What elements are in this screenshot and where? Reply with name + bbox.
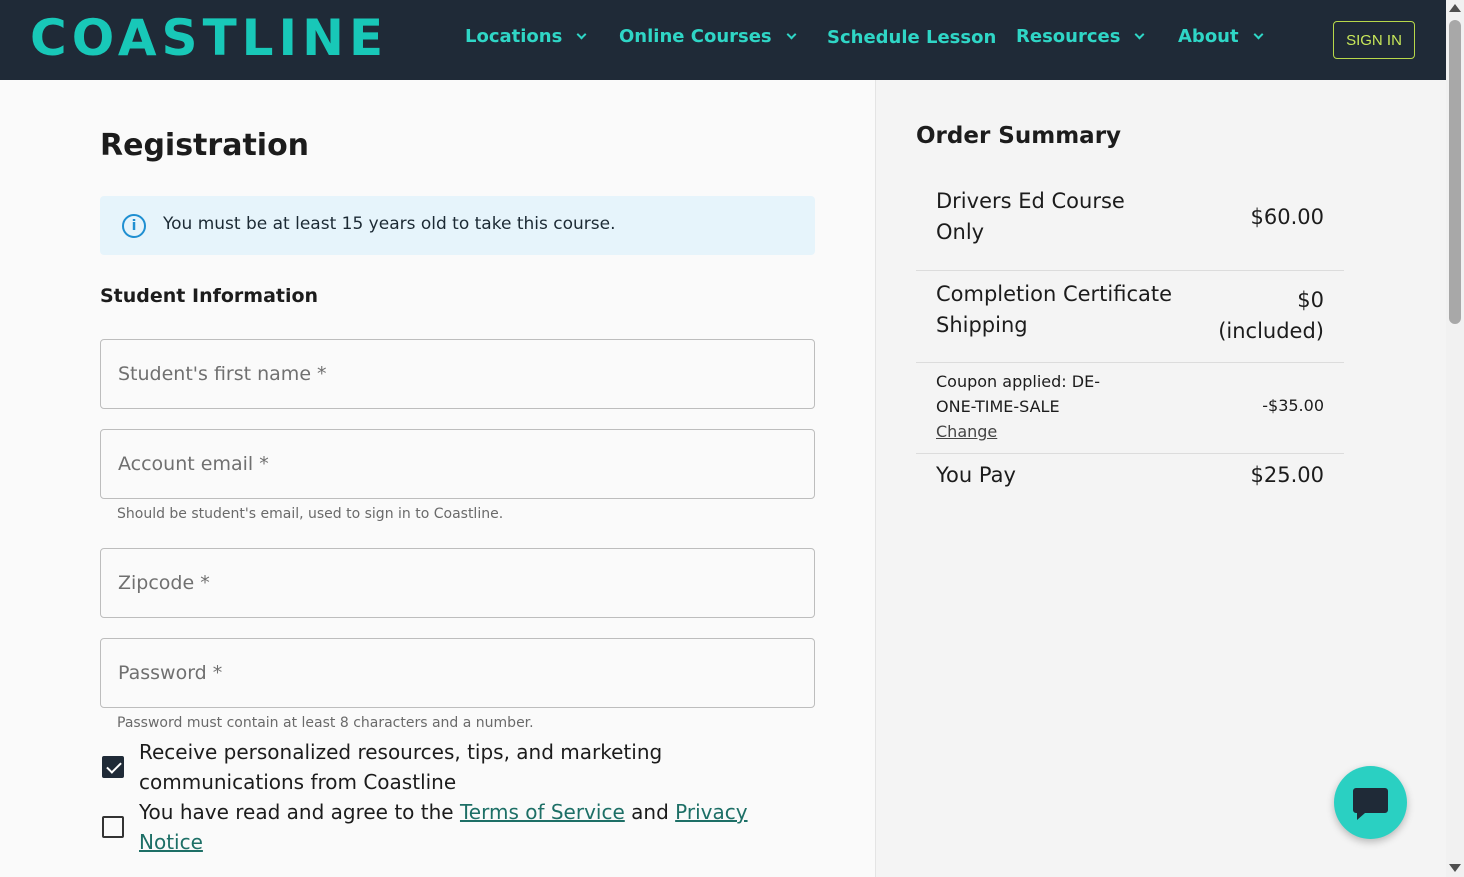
nav-about[interactable]: About — [1178, 26, 1264, 47]
nav-about-label: About — [1178, 26, 1239, 47]
order-line-total: You Pay $25.00 — [916, 454, 1344, 500]
terms-agreement-label: You have read and agree to the Terms of … — [139, 797, 779, 857]
shipping-label: Completion Certificate Shipping — [936, 282, 1173, 337]
zipcode-field[interactable] — [100, 548, 815, 618]
nav-resources[interactable]: Resources — [1016, 26, 1145, 47]
email-helper-text: Should be student's email, used to sign … — [117, 506, 504, 522]
coupon-label-block: Coupon applied: DE-ONE-TIME-SALE Change — [936, 369, 1136, 444]
coupon-label: Coupon applied: DE-ONE-TIME-SALE — [936, 372, 1100, 416]
info-icon: i — [122, 214, 146, 238]
scrollbar-thumb[interactable] — [1449, 20, 1461, 324]
password-helper-text: Password must contain at least 8 charact… — [117, 715, 534, 731]
notice-text: You must be at least 15 years old to tak… — [163, 214, 616, 234]
terms-conjunction-text: and — [631, 800, 669, 824]
change-coupon-link[interactable]: Change — [936, 419, 1136, 444]
shipping-price: $0 (included) — [1218, 288, 1324, 343]
total-price: $25.00 — [1250, 463, 1324, 487]
order-summary-title: Order Summary — [916, 123, 1122, 149]
account-email-input[interactable] — [101, 430, 814, 498]
course-price: $60.00 — [1250, 205, 1324, 229]
nav-resources-label: Resources — [1016, 26, 1121, 47]
chevron-down-icon — [786, 29, 797, 40]
marketing-opt-in-checkbox[interactable] — [102, 756, 124, 778]
course-label: Drivers Ed Course Only — [936, 189, 1125, 244]
page-title: Registration — [100, 128, 310, 163]
chevron-down-icon — [1134, 29, 1145, 40]
coastline-logo[interactable]: COASTLINE — [30, 10, 388, 66]
first-name-input[interactable] — [101, 340, 814, 408]
nav-locations-label: Locations — [465, 26, 563, 47]
total-label: You Pay — [936, 463, 1016, 487]
marketing-opt-in-label: Receive personalized resources, tips, an… — [139, 740, 663, 794]
chat-bubble-icon — [1353, 788, 1388, 820]
password-input[interactable] — [101, 639, 814, 707]
nav-schedule-lesson-label: Schedule Lesson — [827, 27, 997, 48]
coupon-amount: -$35.00 — [1262, 396, 1324, 415]
password-field[interactable] — [100, 638, 815, 708]
zipcode-input[interactable] — [101, 549, 814, 617]
chevron-down-icon — [576, 29, 587, 40]
order-line-coupon: Coupon applied: DE-ONE-TIME-SALE Change … — [916, 363, 1344, 454]
nav-locations[interactable]: Locations — [465, 26, 587, 47]
scroll-up-arrow-icon[interactable] — [1449, 4, 1461, 12]
top-navigation-bar: COASTLINE Locations Online Courses Sched… — [0, 0, 1446, 80]
chat-button[interactable] — [1334, 766, 1407, 839]
age-requirement-notice: i You must be at least 15 years old to t… — [100, 196, 815, 255]
account-email-field[interactable] — [100, 429, 815, 499]
student-information-heading: Student Information — [100, 285, 319, 307]
nav-schedule-lesson[interactable]: Schedule Lesson — [827, 27, 996, 48]
scroll-down-arrow-icon[interactable] — [1449, 864, 1461, 872]
terms-prefix-text: You have read and agree to the — [139, 800, 454, 824]
order-line-course: Drivers Ed Course Only $60.00 — [916, 176, 1344, 271]
sign-in-button[interactable]: SIGN IN — [1333, 21, 1415, 59]
terms-agreement-checkbox[interactable] — [102, 816, 124, 838]
nav-online-courses[interactable]: Online Courses — [619, 26, 797, 47]
terms-of-service-link[interactable]: Terms of Service — [460, 800, 625, 824]
chevron-down-icon — [1253, 29, 1264, 40]
nav-online-courses-label: Online Courses — [619, 26, 772, 47]
order-line-shipping: Completion Certificate Shipping $0 (incl… — [916, 271, 1344, 363]
first-name-field[interactable] — [100, 339, 815, 409]
